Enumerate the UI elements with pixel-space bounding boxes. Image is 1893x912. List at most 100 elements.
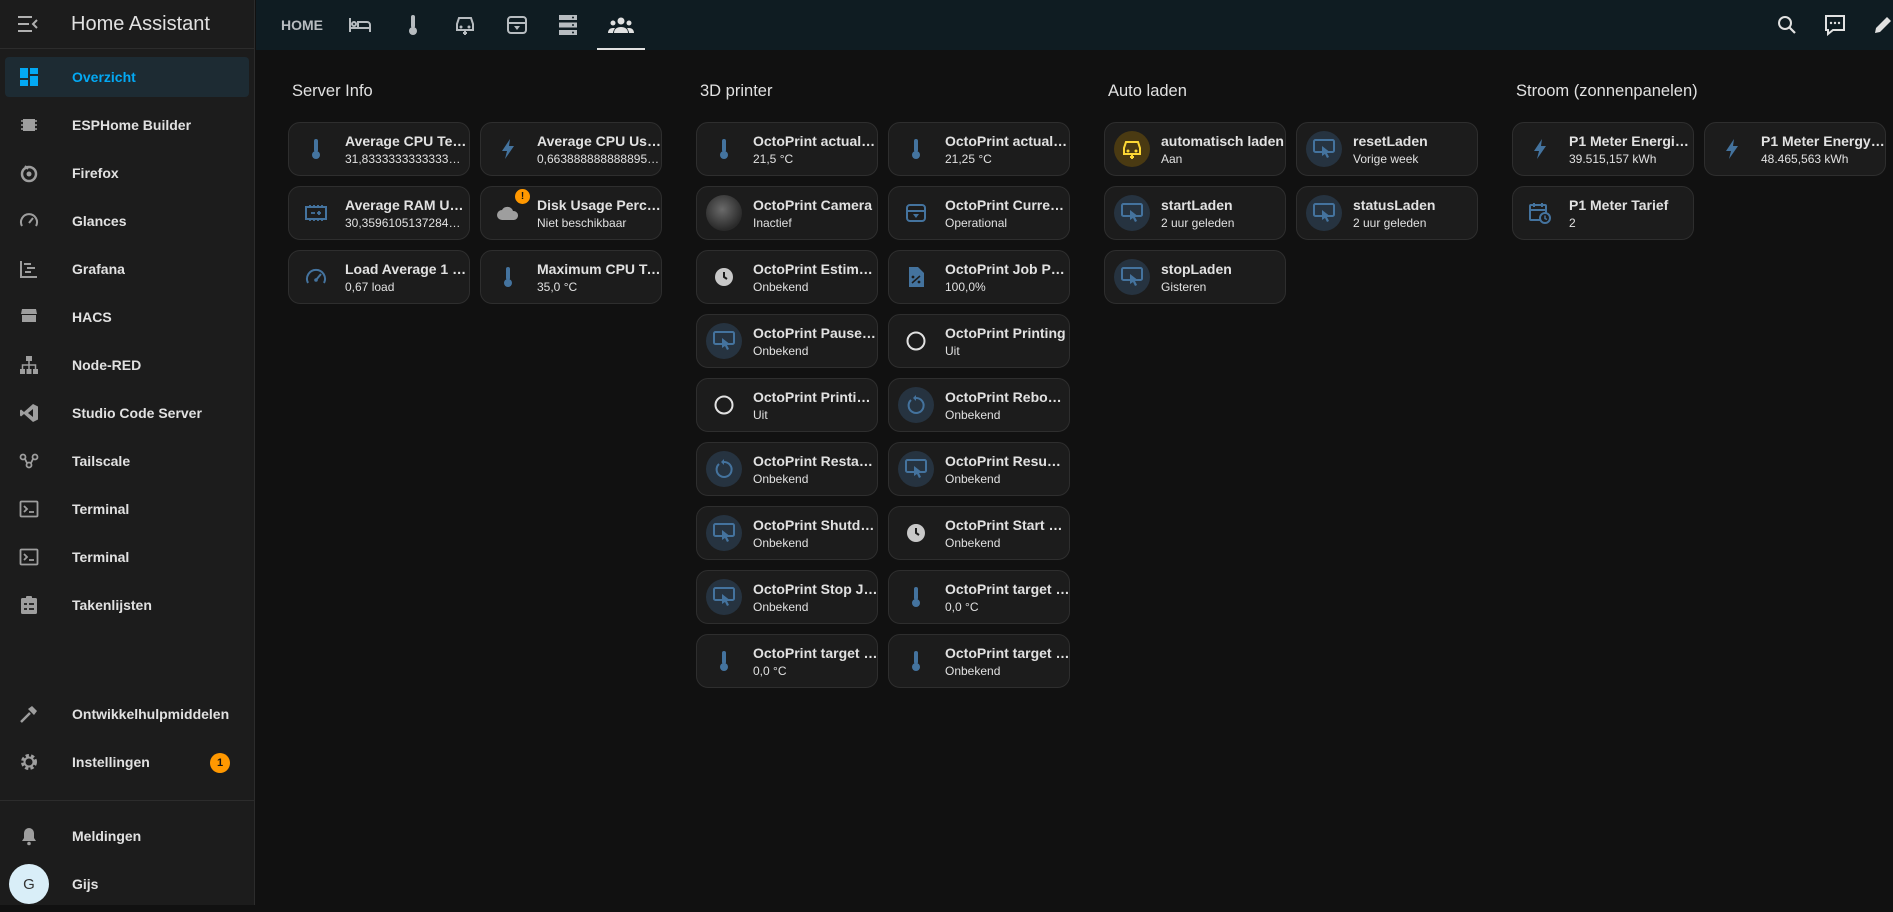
entity-card[interactable]: OctoPrint Estimated Finish Time Onbekend <box>696 250 878 304</box>
entity-card[interactable]: ! Disk Usage Percentage Niet beschikbaar <box>480 186 662 240</box>
sidebar-item-firefox[interactable]: Firefox <box>5 153 249 193</box>
entity-card[interactable]: P1 Meter Tarief 2 <box>1512 186 1694 240</box>
entity-card[interactable]: OctoPrint Current State Operational <box>888 186 1070 240</box>
entity-card[interactable]: OctoPrint Reboot System Onbekend <box>888 378 1070 432</box>
section-title: 3D printer <box>700 82 772 108</box>
entity-card[interactable]: P1 Meter Energie Import 39.515,157 kWh <box>1512 122 1694 176</box>
entity-card[interactable]: OctoPrint Camera Inactief <box>696 186 878 240</box>
thermometer-icon[interactable] <box>490 259 526 295</box>
clock-icon[interactable] <box>898 515 934 551</box>
entity-state: Onbekend <box>753 535 809 550</box>
sidebar-item-terminal[interactable]: Terminal <box>5 489 249 529</box>
gesture-tap-button-icon[interactable] <box>706 323 742 359</box>
clock-icon[interactable] <box>706 259 742 295</box>
entity-card[interactable]: OctoPrint Stop Job Onbekend <box>696 570 878 624</box>
gesture-tap-button-icon[interactable] <box>706 515 742 551</box>
printer-3d-icon <box>507 16 527 34</box>
entity-card[interactable]: OctoPrint Shutdown System Onbekend <box>696 506 878 560</box>
sidebar-item-grafana[interactable]: Grafana <box>5 249 249 289</box>
sidebar-item-glances[interactable]: Glances <box>5 201 249 241</box>
gesture-tap-button-icon[interactable] <box>1306 195 1342 231</box>
entity-card[interactable]: OctoPrint Printing Error Uit <box>696 378 878 432</box>
sidebar-item-meldingen[interactable]: Meldingen <box>5 816 250 856</box>
gauge-icon <box>5 211 53 231</box>
sidebar-item-user[interactable]: G Gijs <box>5 864 250 904</box>
entity-card[interactable]: OctoPrint Start Time Onbekend <box>888 506 1070 560</box>
entity-card[interactable]: Average CPU Usage 0,663888888888895… <box>480 122 662 176</box>
sidebar-item-instellingen[interactable]: Instellingen 1 <box>5 742 250 782</box>
entity-card[interactable]: stopLaden Gisteren <box>1104 250 1286 304</box>
memory-icon[interactable] <box>298 195 334 231</box>
entity-card[interactable]: Maximum CPU Temperature 35,0 °C <box>480 250 662 304</box>
entity-card[interactable]: Average RAM Usage 30,3596105137284… <box>288 186 470 240</box>
entity-card[interactable]: OctoPrint target bed temp 0,0 °C <box>888 570 1070 624</box>
entity-card[interactable]: OctoPrint target tool1 temp Onbekend <box>888 634 1070 688</box>
tab-account-group[interactable] <box>597 0 645 50</box>
entity-card[interactable]: OctoPrint target tool0 temp 0,0 °C <box>696 634 878 688</box>
entity-card[interactable]: OctoPrint Restart Octoprint Onbekend <box>696 442 878 496</box>
calendar-clock-icon[interactable] <box>1522 195 1558 231</box>
entity-card[interactable]: statusLaden 2 uur geleden <box>1296 186 1478 240</box>
entity-text: P1 Meter Energie Import 39.515,157 kWh <box>1569 133 1693 166</box>
sidebar-item-hacs[interactable]: HACS <box>5 297 249 337</box>
thermometer-icon[interactable] <box>898 131 934 167</box>
tab-car[interactable] <box>442 0 488 50</box>
entity-card[interactable]: OctoPrint actual tool0 temp 21,25 °C <box>888 122 1070 176</box>
entity-card[interactable]: Load Average 1 min 0,67 load <box>288 250 470 304</box>
pencil-icon[interactable] <box>1868 10 1893 40</box>
sidebar-item-esphome[interactable]: ESPHome Builder <box>5 105 249 145</box>
radiobox-blank-icon[interactable] <box>706 387 742 423</box>
gesture-tap-button-icon[interactable] <box>1114 259 1150 295</box>
thermometer-icon[interactable] <box>706 131 742 167</box>
sidebar-item-studio-code-server[interactable]: Studio Code Server <box>5 393 249 433</box>
restart-icon[interactable] <box>706 451 742 487</box>
sidebar-item-overzicht[interactable]: Overzicht <box>5 57 249 97</box>
entity-card[interactable]: resetLaden Vorige week <box>1296 122 1478 176</box>
printer-3d-icon[interactable] <box>898 195 934 231</box>
entity-card[interactable]: OctoPrint Pause Job Onbekend <box>696 314 878 368</box>
entity-card[interactable]: startLaden 2 uur geleden <box>1104 186 1286 240</box>
flash-icon[interactable] <box>490 131 526 167</box>
entity-card[interactable]: OctoPrint actual bed temp 21,5 °C <box>696 122 878 176</box>
tab-server[interactable] <box>545 0 591 50</box>
entity-card[interactable]: Average CPU Temperature 31,8333333333333… <box>288 122 470 176</box>
file-percent-icon[interactable] <box>898 259 934 295</box>
thermometer-icon[interactable] <box>706 643 742 679</box>
speedometer-icon[interactable] <box>298 259 334 295</box>
entity-name: P1 Meter Energie Import <box>1569 132 1693 149</box>
gesture-tap-button-icon[interactable] <box>898 451 934 487</box>
tab-home[interactable]: HOME <box>277 0 327 50</box>
gesture-tap-button-icon[interactable] <box>706 579 742 615</box>
restart-icon[interactable] <box>898 387 934 423</box>
car-icon[interactable] <box>1114 131 1150 167</box>
sidebar-item-tailscale[interactable]: Tailscale <box>5 441 249 481</box>
entity-name: OctoPrint Current State <box>945 196 1069 213</box>
radiobox-blank-icon[interactable] <box>898 323 934 359</box>
menu-toggle-icon[interactable] <box>0 0 56 48</box>
gesture-tap-button-icon[interactable] <box>1306 131 1342 167</box>
tab-bed[interactable] <box>337 0 383 50</box>
entity-card[interactable]: OctoPrint Printing Uit <box>888 314 1070 368</box>
section-heading: Server Info <box>292 82 373 100</box>
tab-printer-3d[interactable] <box>494 0 540 50</box>
sidebar-item-takenlijsten[interactable]: Takenlijsten <box>5 585 249 625</box>
thermometer-icon[interactable] <box>298 131 334 167</box>
entity-card[interactable]: P1 Meter Energy Export 48.465,563 kWh <box>1704 122 1886 176</box>
entity-text: OctoPrint Resume Job Onbekend <box>945 453 1069 486</box>
weather-cloudy-icon[interactable]: ! <box>490 189 530 231</box>
sidebar-item-node-red[interactable]: Node-RED <box>5 345 249 385</box>
search-icon[interactable] <box>1772 10 1802 40</box>
assist-icon[interactable] <box>1820 10 1850 40</box>
entity-card[interactable]: OctoPrint Resume Job Onbekend <box>888 442 1070 496</box>
thermometer-icon[interactable] <box>898 643 934 679</box>
flash-icon[interactable] <box>1714 131 1750 167</box>
gesture-tap-button-icon[interactable] <box>1114 195 1150 231</box>
flash-icon[interactable] <box>1522 131 1558 167</box>
sidebar-item-ontwikkelhulpmiddelen[interactable]: Ontwikkelhulpmiddelen <box>5 694 250 734</box>
thermometer-icon[interactable] <box>898 579 934 615</box>
sidebar-item-terminal-2[interactable]: Terminal <box>5 537 249 577</box>
tab-thermometer[interactable] <box>390 0 436 50</box>
camera-image-icon[interactable] <box>706 195 742 231</box>
entity-card[interactable]: OctoPrint Job Percentage 100,0% <box>888 250 1070 304</box>
entity-card[interactable]: automatisch laden Aan <box>1104 122 1286 176</box>
